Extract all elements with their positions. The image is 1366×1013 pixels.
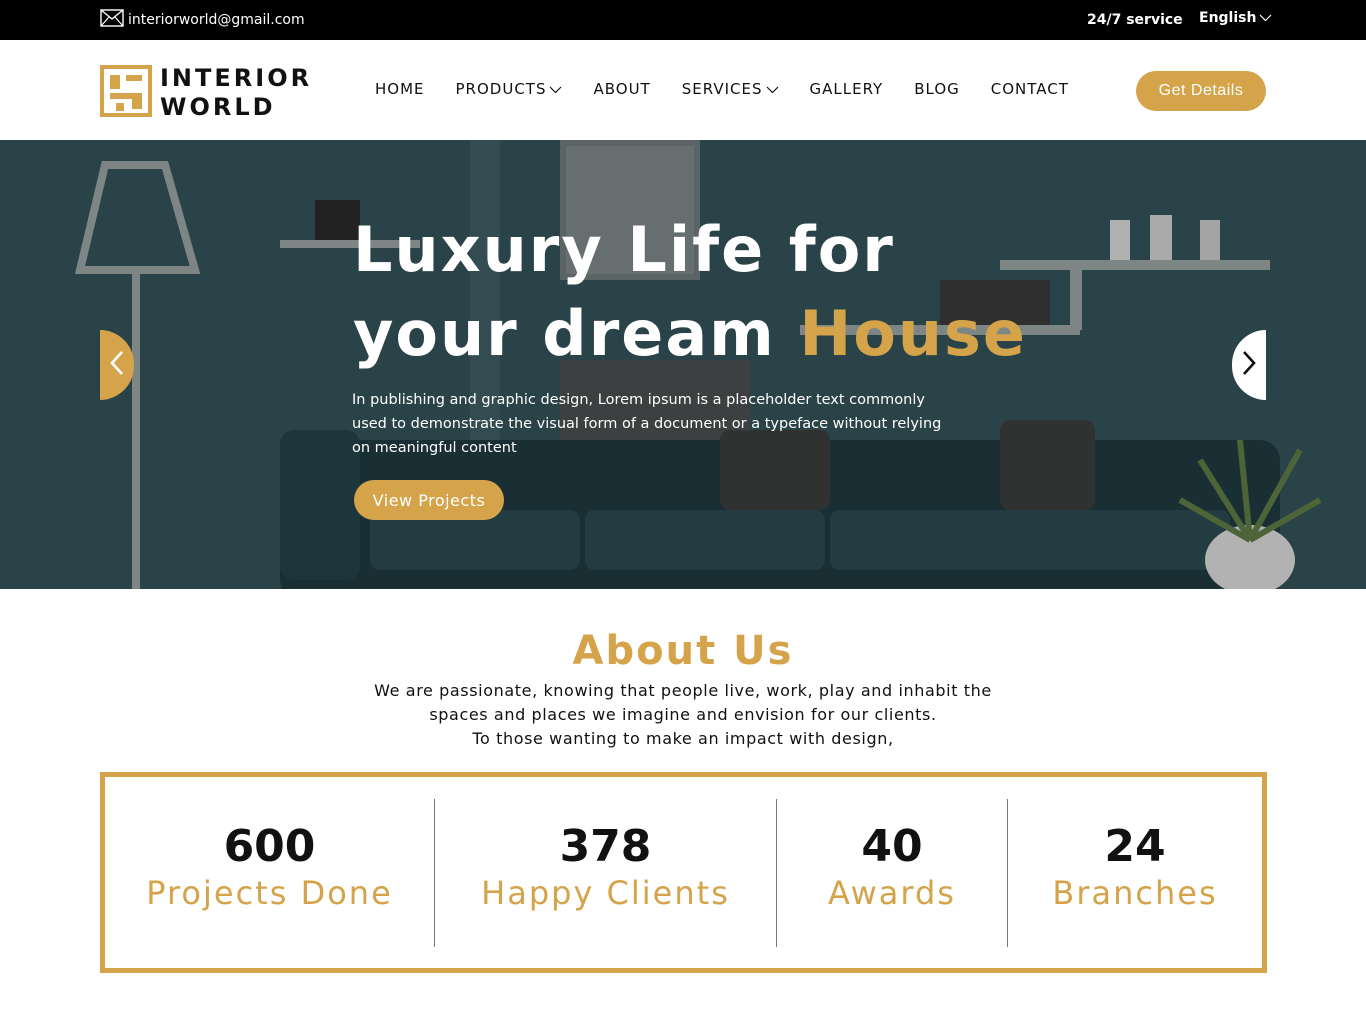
nav-item-label[interactable]: PRODUCTS: [456, 80, 547, 98]
hero-banner: Luxury Life for your dream House In publ…: [0, 140, 1366, 589]
chevron-down-icon: [549, 80, 562, 98]
about-line-3: To those wanting to make an impact with …: [472, 729, 894, 748]
hero-description: In publishing and graphic design, Lorem …: [352, 392, 942, 456]
nav-item-services[interactable]: SERVICES: [682, 80, 779, 98]
chevron-left-icon: [110, 350, 124, 380]
about-description: We are passionate, knowing that people l…: [283, 679, 1083, 751]
nav-item-contact[interactable]: CONTACT: [991, 80, 1069, 98]
stat-label: Branches: [1052, 874, 1218, 912]
stat-label: Projects Done: [146, 874, 393, 912]
nav-item-home[interactable]: HOME: [375, 80, 425, 98]
hero-title-accent: House: [799, 297, 1027, 370]
nav-item-label[interactable]: BLOG: [914, 80, 960, 98]
nav-item-label[interactable]: SERVICES: [682, 80, 763, 98]
about-line-1: We are passionate, knowing that people l…: [374, 681, 992, 700]
nav-item-blog[interactable]: BLOG: [914, 80, 960, 98]
about-line-2: spaces and places we imagine and envisio…: [429, 705, 937, 724]
stat-branches: 24 Branches: [1008, 777, 1262, 968]
stat-value: 24: [1104, 821, 1166, 872]
language-label[interactable]: English: [1199, 10, 1256, 26]
logo-wordmark: INTERIOR WORLD: [160, 64, 312, 122]
language-selector[interactable]: English: [1199, 10, 1272, 26]
hero-title-line-2: your dream House: [353, 292, 1027, 376]
stat-value: 600: [223, 821, 316, 872]
nav-item-label[interactable]: GALLERY: [810, 80, 884, 98]
get-details-button[interactable]: Get Details: [1136, 71, 1266, 111]
chevron-down-icon: [766, 80, 779, 98]
stat-clients: 378 Happy Clients: [435, 777, 776, 968]
hero-title-prefix: your dream: [353, 297, 800, 370]
site-header: INTERIOR WORLD HOME PRODUCTS ABOUT SERVI…: [0, 40, 1366, 140]
site-logo[interactable]: INTERIOR WORLD: [100, 64, 312, 122]
stat-value: 378: [559, 821, 652, 872]
mail-icon: [100, 9, 124, 31]
logo-line-2: WORLD: [160, 93, 276, 121]
stat-value: 40: [861, 821, 923, 872]
top-bar: interiorworld@gmail.com 24/7 service Eng…: [0, 0, 1366, 40]
logo-mark-icon: [100, 65, 152, 121]
stat-projects: 600 Projects Done: [105, 777, 434, 968]
main-nav: HOME PRODUCTS ABOUT SERVICES GALLERY BLO…: [375, 80, 1069, 98]
contact-email[interactable]: interiorworld@gmail.com: [100, 9, 305, 31]
stat-awards: 40 Awards: [777, 777, 1007, 968]
chevron-right-icon: [1242, 350, 1256, 380]
nav-item-label[interactable]: CONTACT: [991, 80, 1069, 98]
stat-label: Awards: [828, 874, 956, 912]
stats-panel: 600 Projects Done 378 Happy Clients 40 A…: [100, 772, 1267, 973]
stat-label: Happy Clients: [481, 874, 730, 912]
view-projects-button[interactable]: View Projects: [354, 480, 504, 520]
hero-title: Luxury Life for your dream House: [353, 208, 1027, 376]
hero-title-line-1: Luxury Life for: [353, 213, 895, 286]
nav-item-gallery[interactable]: GALLERY: [810, 80, 884, 98]
about-title: About Us: [572, 628, 794, 674]
nav-item-label[interactable]: HOME: [375, 80, 425, 98]
chevron-down-icon: [1259, 10, 1272, 26]
logo-line-1: INTERIOR: [160, 64, 313, 92]
nav-item-about[interactable]: ABOUT: [593, 80, 650, 98]
nav-item-label[interactable]: ABOUT: [593, 80, 650, 98]
nav-item-products[interactable]: PRODUCTS: [456, 80, 563, 98]
contact-email-text[interactable]: interiorworld@gmail.com: [128, 12, 305, 28]
service-hours: 24/7 service: [1087, 12, 1183, 28]
